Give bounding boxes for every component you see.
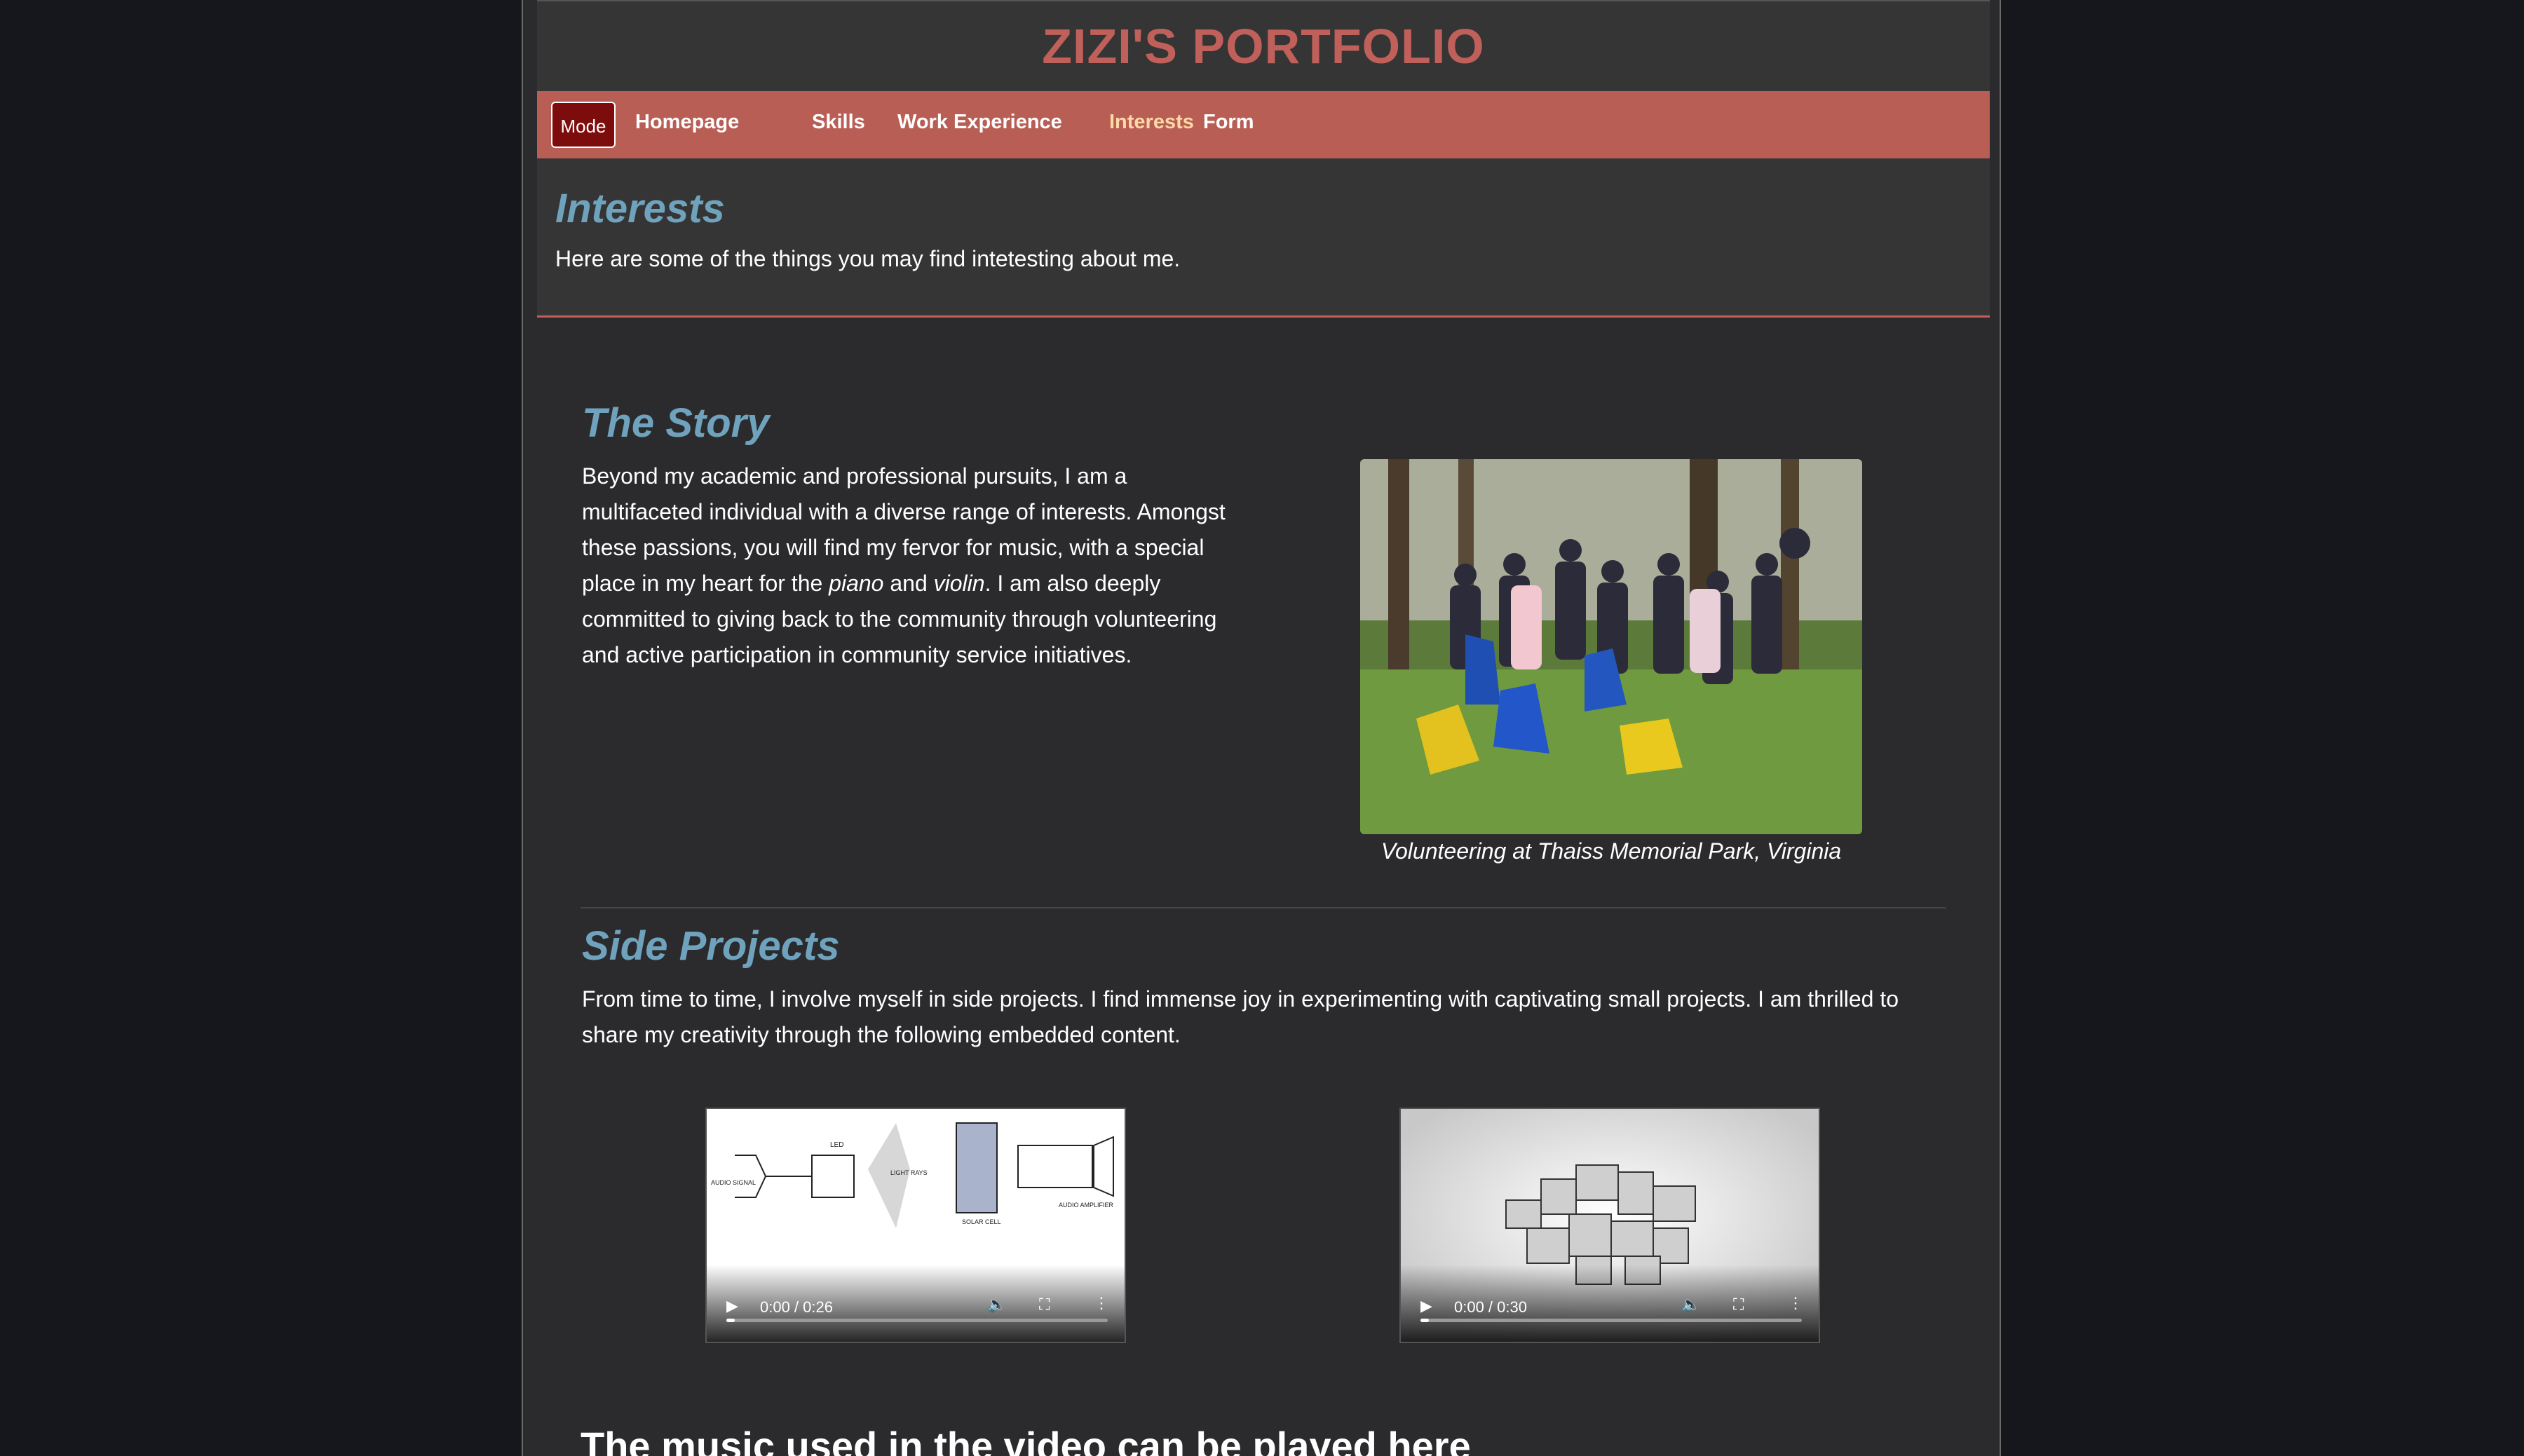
- story-emphasis-piano: piano: [829, 571, 884, 596]
- video-2-progress-fill: [1420, 1319, 1429, 1322]
- photo-caption: Volunteering at Thaiss Memorial Park, Vi…: [1380, 838, 1842, 864]
- page-intro: Here are some of the things you may find…: [555, 246, 1181, 271]
- side-projects-title: Side Projects: [582, 923, 840, 969]
- section-divider: [581, 907, 1946, 909]
- story-text: Beyond my academic and professional purs…: [582, 458, 1241, 673]
- story-emphasis-violin: violin: [933, 571, 985, 596]
- volume-icon[interactable]: 🔈: [987, 1295, 1006, 1314]
- video-1-time: 0:00 / 0:26: [760, 1298, 833, 1316]
- fullscreen-icon[interactable]: ⛶: [1733, 1295, 1744, 1314]
- video-2-progress-bar[interactable]: [1420, 1319, 1802, 1322]
- play-icon[interactable]: ▶: [726, 1297, 738, 1315]
- play-icon[interactable]: ▶: [1420, 1297, 1432, 1315]
- page-container: ZIZI'S PORTFOLIO Mode Homepage Skills Wo…: [522, 0, 2001, 1456]
- side-projects-text: From time to time, I involve myself in s…: [582, 986, 1899, 1047]
- more-options-icon[interactable]: ⋮: [1094, 1294, 1109, 1312]
- video-player-2[interactable]: ▶ 0:00 / 0:30 🔈 ⛶ ⋮: [1399, 1108, 1820, 1343]
- volunteering-photo: [1360, 459, 1862, 834]
- page-header: Interests Here are some of the things yo…: [537, 158, 1990, 318]
- video-player-1[interactable]: LED AUDIO SIGNAL LIGHT RAYS SOLAR CELL A…: [705, 1108, 1126, 1343]
- diagram-label-solar-cell: SOLAR CELL: [962, 1218, 1001, 1225]
- mode-toggle-button[interactable]: Mode: [551, 102, 616, 148]
- more-options-icon[interactable]: ⋮: [1788, 1294, 1803, 1312]
- volume-icon[interactable]: 🔈: [1681, 1295, 1700, 1314]
- story-title: The Story: [582, 400, 770, 446]
- nav-link-work-experience[interactable]: Work Experience: [897, 111, 1062, 134]
- diagram-label-led: LED: [830, 1141, 843, 1149]
- video-2-time: 0:00 / 0:30: [1454, 1298, 1527, 1316]
- nav-link-skills[interactable]: Skills: [812, 111, 865, 134]
- diagram-label-audio-signal: AUDIO SIGNAL: [711, 1179, 756, 1186]
- nav-link-interests[interactable]: Interests: [1109, 111, 1194, 134]
- site-title: ZIZI'S PORTFOLIO: [1042, 19, 1485, 74]
- video-1-progress-bar[interactable]: [726, 1319, 1108, 1322]
- music-heading: The music used in the video can be playe…: [581, 1424, 1471, 1456]
- nav-bar: Mode Homepage Skills Work Experience Int…: [537, 91, 1990, 158]
- nav-link-form[interactable]: Form: [1203, 111, 1254, 134]
- fullscreen-icon[interactable]: ⛶: [1039, 1295, 1050, 1314]
- site-header: ZIZI'S PORTFOLIO: [537, 0, 1990, 93]
- diagram-label-audio-amplifier: AUDIO AMPLIFIER: [1059, 1202, 1114, 1209]
- diagram-label-light-rays: LIGHT RAYS: [890, 1169, 928, 1176]
- nav-link-homepage[interactable]: Homepage: [635, 111, 739, 134]
- video-2-controls: ▶ 0:00 / 0:30 🔈 ⛶ ⋮: [1401, 1265, 1819, 1342]
- story-text-part-2: and: [883, 571, 934, 596]
- video-1-controls: ▶ 0:00 / 0:26 🔈 ⛶ ⋮: [707, 1265, 1125, 1342]
- video-1-progress-fill: [726, 1319, 735, 1322]
- page-title: Interests: [555, 186, 725, 231]
